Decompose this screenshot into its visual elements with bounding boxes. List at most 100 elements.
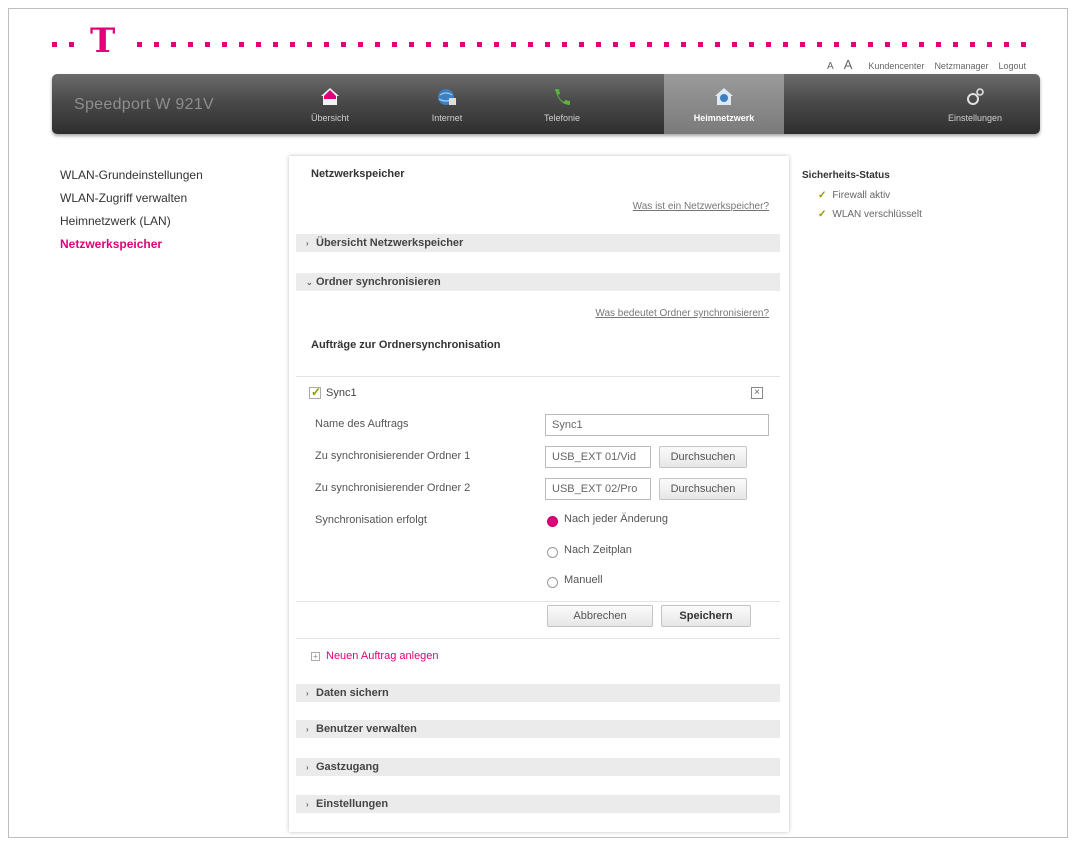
brand-dot	[171, 42, 176, 47]
brand-dot	[834, 42, 839, 47]
brand-dot	[273, 42, 278, 47]
radio-label: Nach jeder Änderung	[564, 513, 668, 525]
new-job-label: Neuen Auftrag anlegen	[326, 650, 439, 662]
folder1-input[interactable]	[545, 446, 651, 468]
telekom-logo-icon: T	[90, 21, 116, 61]
nav-tab-heimnetzwerk[interactable]: Heimnetzwerk	[664, 74, 784, 134]
check-icon: ✓	[818, 209, 827, 220]
brand-dot	[596, 42, 601, 47]
job-name-field-label: Name des Auftrags	[315, 418, 409, 430]
brand-dot	[664, 42, 669, 47]
folder2-input[interactable]	[545, 478, 651, 500]
status-item-firewall: ✓ Firewall aktiv	[818, 190, 1002, 201]
chevron-right-icon: ›	[306, 239, 309, 248]
section-label: Einstellungen	[316, 798, 389, 810]
section-einstellungen[interactable]: › Einstellungen	[296, 795, 780, 813]
brand-dot	[868, 42, 873, 47]
section-benutzer-verwalten[interactable]: › Benutzer verwalten	[296, 720, 780, 738]
nav-tab-einstellungen[interactable]: Einstellungen	[920, 74, 1030, 134]
brand-dot	[613, 42, 618, 47]
link-kundencenter[interactable]: Kundencenter	[868, 61, 924, 71]
nav-tab-uebersicht[interactable]: Übersicht	[280, 74, 380, 134]
brand-dot	[239, 42, 244, 47]
delete-job-icon[interactable]: ×	[751, 387, 763, 399]
nav-tab-internet[interactable]: Internet	[397, 74, 497, 134]
brand-dot	[749, 42, 754, 47]
chevron-right-icon: ›	[306, 689, 309, 698]
cancel-button[interactable]: Abbrechen	[547, 605, 653, 627]
divider	[296, 638, 780, 639]
brand-dot	[477, 42, 482, 47]
section-gastzugang[interactable]: › Gastzugang	[296, 758, 780, 776]
sidebar-item-wlan-zugriff[interactable]: WLAN-Zugriff verwalten	[60, 191, 270, 205]
nav-tab-telefonie[interactable]: Telefonie	[512, 74, 612, 134]
product-name: Speedport W 921V	[74, 96, 214, 113]
sidebar-item-netzwerkspeicher[interactable]: Netzwerkspeicher	[60, 237, 270, 251]
radio-label: Nach Zeitplan	[564, 544, 632, 556]
brand-dot	[392, 42, 397, 47]
brand-dot	[766, 42, 771, 47]
brand-dot	[800, 42, 805, 47]
brand-dot	[426, 42, 431, 47]
brand-dot	[528, 42, 533, 47]
status-label: Firewall aktiv	[832, 190, 891, 201]
link-netzmanager[interactable]: Netzmanager	[934, 61, 988, 71]
folder1-label: Zu synchronisierender Ordner 1	[315, 450, 471, 462]
globe-icon	[438, 89, 456, 105]
job-name-input[interactable]	[545, 414, 769, 436]
brand-dot	[375, 42, 380, 47]
brand-dot	[902, 42, 907, 47]
brand-dot	[205, 42, 210, 47]
job-enabled-checkbox[interactable]	[309, 385, 321, 399]
sidebar: WLAN-Grundeinstellungen WLAN-Zugriff ver…	[60, 168, 270, 260]
brand-dot	[52, 42, 57, 47]
brand-dot	[137, 42, 142, 47]
brand-dotted-line	[52, 40, 1037, 48]
new-job-link[interactable]: + Neuen Auftrag anlegen	[311, 650, 439, 662]
section-daten-sichern[interactable]: › Daten sichern	[296, 684, 780, 702]
phone-icon	[555, 89, 570, 105]
radio-label: Manuell	[564, 574, 603, 586]
help-link-ordner-sync[interactable]: Was bedeutet Ordner synchronisieren?	[595, 308, 769, 319]
job-name-label: Sync1	[326, 387, 357, 399]
brand-dot	[647, 42, 652, 47]
home-icon	[321, 88, 339, 105]
radio-nach-jeder-aenderung[interactable]	[547, 516, 558, 527]
brand-dot	[256, 42, 261, 47]
section-label: Ordner synchronisieren	[316, 276, 441, 288]
font-size-small-button[interactable]: A	[827, 61, 834, 72]
brand-dot	[681, 42, 686, 47]
sidebar-item-heimnetzwerk-lan[interactable]: Heimnetzwerk (LAN)	[60, 214, 270, 228]
radio-nach-zeitplan[interactable]	[547, 547, 558, 558]
brand-dot	[69, 42, 74, 47]
brand-dot	[324, 42, 329, 47]
brand-dot	[409, 42, 414, 47]
top-links: A A Kundencenter Netzmanager Logout	[827, 57, 1026, 72]
nav-tab-label: Übersicht	[310, 113, 349, 123]
divider	[296, 376, 780, 377]
browse-folder2-button[interactable]: Durchsuchen	[659, 478, 747, 500]
section-uebersicht-netzwerkspeicher[interactable]: › Übersicht Netzwerkspeicher	[296, 234, 780, 252]
save-button[interactable]: Speichern	[661, 605, 751, 627]
radio-manuell[interactable]	[547, 577, 558, 588]
brand-dot	[358, 42, 363, 47]
network-house-icon	[715, 88, 733, 105]
sidebar-item-wlan-grundeinstellungen[interactable]: WLAN-Grundeinstellungen	[60, 168, 270, 182]
link-logout[interactable]: Logout	[998, 61, 1026, 71]
brand-dot	[290, 42, 295, 47]
brand-dot	[851, 42, 856, 47]
brand-dot	[188, 42, 193, 47]
section-ordner-synchronisieren[interactable]: ⌄ Ordner synchronisieren	[296, 273, 780, 291]
section-label: Daten sichern	[316, 687, 389, 699]
section-label: Übersicht Netzwerkspeicher	[316, 237, 464, 249]
brand-dot	[817, 42, 822, 47]
check-icon: ✓	[818, 190, 827, 201]
browse-folder1-button[interactable]: Durchsuchen	[659, 446, 747, 468]
page-title: Netzwerkspeicher	[311, 168, 405, 180]
brand-dot	[885, 42, 890, 47]
help-link-netzwerkspeicher[interactable]: Was ist ein Netzwerkspeicher?	[633, 201, 769, 212]
gears-icon	[967, 88, 984, 105]
status-label: WLAN verschlüsselt	[832, 209, 922, 220]
font-size-large-button[interactable]: A	[844, 57, 853, 72]
brand-dot	[562, 42, 567, 47]
